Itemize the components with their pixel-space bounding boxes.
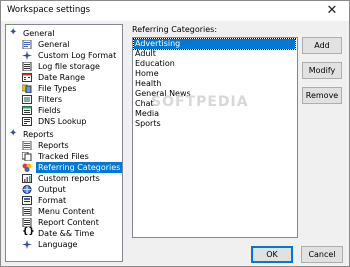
settings-tree[interactable]: ✦ General General Custom Log Format Log … bbox=[5, 24, 123, 262]
star-icon: ✦ bbox=[9, 128, 18, 139]
log-file-icon bbox=[22, 62, 32, 71]
format-icon bbox=[22, 196, 32, 205]
tracked-files-icon bbox=[22, 152, 32, 161]
list-item[interactable]: Education bbox=[135, 59, 175, 69]
star-small-icon bbox=[22, 240, 32, 249]
braces-icon: {} bbox=[22, 227, 35, 237]
list-item[interactable]: Health bbox=[135, 79, 161, 89]
list-item[interactable]: Advertising bbox=[133, 38, 296, 50]
list-item[interactable]: Adult bbox=[135, 49, 156, 59]
referring-categories-icon bbox=[22, 163, 32, 172]
softpedia-watermark: SOFTPEDIA bbox=[151, 94, 249, 110]
list-item[interactable]: Sports bbox=[135, 119, 161, 129]
calendar-icon bbox=[22, 73, 32, 82]
custom-reports-icon bbox=[22, 174, 32, 183]
settings-doc-icon bbox=[22, 40, 32, 49]
ok-button[interactable]: OK bbox=[251, 246, 293, 263]
remove-button[interactable]: Remove bbox=[302, 87, 342, 104]
dns-icon bbox=[22, 117, 32, 126]
add-button[interactable]: Add bbox=[302, 37, 342, 54]
title-bar: Workspace settings ✕ bbox=[1, 1, 349, 21]
filter-icon bbox=[22, 95, 32, 104]
fields-icon bbox=[22, 106, 32, 115]
menu-content-icon bbox=[22, 207, 32, 216]
reports-icon bbox=[22, 141, 32, 150]
list-item[interactable]: Home bbox=[135, 69, 159, 79]
list-item[interactable]: Media bbox=[135, 109, 159, 119]
star-small-icon bbox=[22, 51, 32, 60]
star-icon: ✦ bbox=[9, 27, 18, 38]
file-types-icon bbox=[22, 84, 32, 93]
close-icon[interactable]: ✕ bbox=[319, 2, 345, 20]
output-icon bbox=[22, 185, 32, 194]
workspace-settings-window: Workspace settings ✕ ✦ General General C… bbox=[0, 0, 350, 267]
cancel-button[interactable]: Cancel bbox=[301, 246, 343, 263]
referring-categories-label: Referring Categories: bbox=[132, 25, 218, 34]
report-content-icon bbox=[22, 218, 32, 227]
modify-button[interactable]: Modify bbox=[302, 62, 342, 79]
categories-listbox[interactable]: Advertising Adult Education Home Health … bbox=[132, 37, 298, 238]
window-title: Workspace settings bbox=[7, 5, 91, 15]
